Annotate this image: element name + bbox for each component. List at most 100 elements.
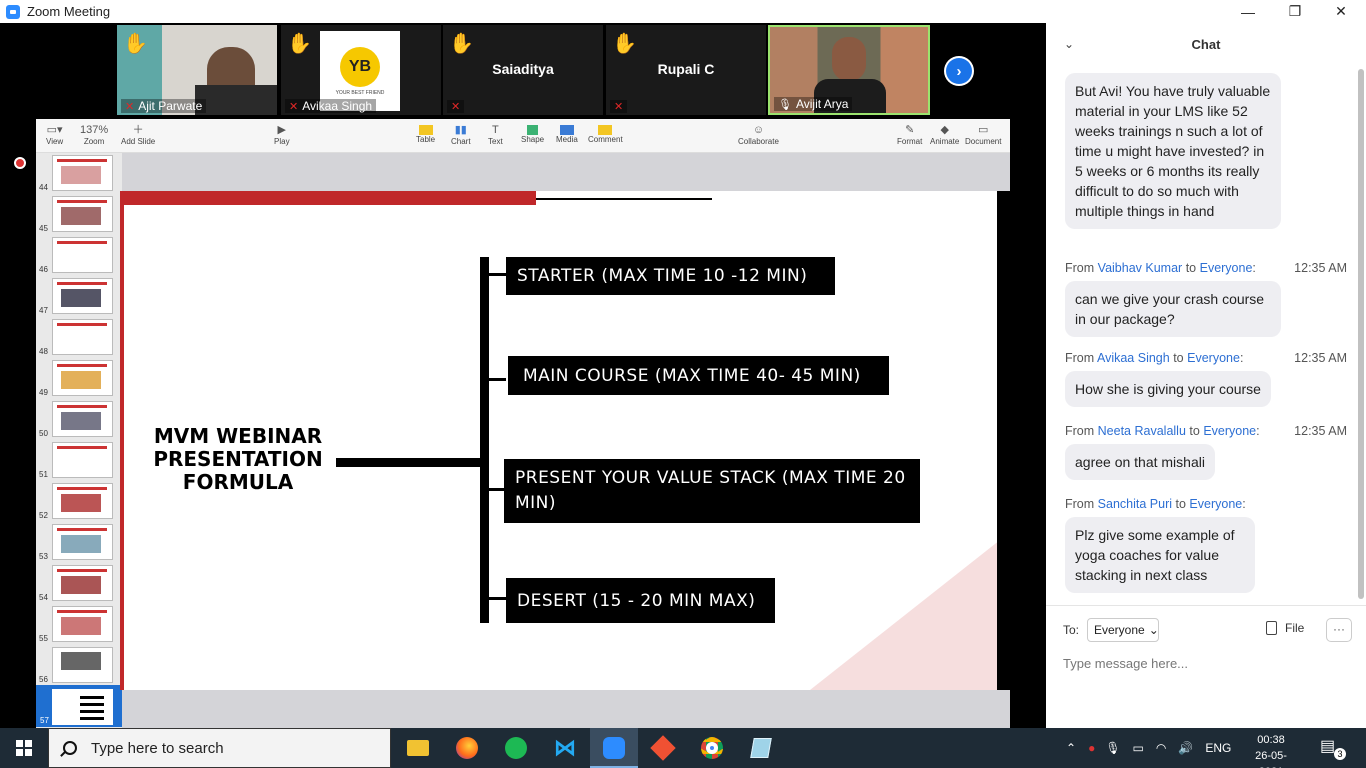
slide-thumbnail[interactable]: 50 [39, 401, 113, 438]
toolbar-document[interactable]: ▭ Document [965, 123, 1001, 146]
to-label: To: [1063, 623, 1080, 637]
chat-message: agree on that mishali [1065, 444, 1215, 480]
search-icon [63, 741, 77, 755]
slide-thumbnail-selected[interactable]: 57 [40, 689, 113, 725]
start-button[interactable] [0, 728, 48, 768]
logo-caption: YOUR BEST FRIEND [335, 89, 385, 96]
toolbar-play[interactable]: ▶ Play [274, 123, 290, 146]
slide-thumbnail[interactable]: 52 [39, 483, 113, 520]
zoom-value: 137% [80, 124, 109, 136]
participant-status: ✕ [610, 100, 628, 113]
slide-thumbnail[interactable]: 46 [39, 237, 113, 274]
chat-scrollbar[interactable] [1358, 69, 1364, 599]
participant-video-person [832, 37, 866, 81]
chevron-up-icon[interactable]: ⌃ [1066, 741, 1076, 755]
slide-thumbnail[interactable]: 47 [39, 278, 113, 315]
chevron-right-icon: › [946, 58, 972, 84]
toolbar-text[interactable]: T Text [488, 123, 503, 146]
git-icon[interactable] [639, 728, 687, 768]
raised-hand-icon: ✋ [449, 33, 474, 55]
chrome-icon[interactable] [688, 728, 736, 768]
slide-title: MVM WEBINAR PRESENTATION FORMULA [153, 424, 323, 494]
recipient-select[interactable]: Everyone ⌄ [1087, 618, 1159, 642]
mic-muted-icon: ✕ [451, 101, 461, 113]
shape-icon [527, 125, 539, 135]
wifi-icon[interactable]: ◠ [1156, 741, 1166, 755]
more-options-button[interactable]: ··· [1326, 618, 1352, 642]
language-indicator[interactable]: ENG [1205, 741, 1231, 755]
vscode-icon[interactable]: ⋈ [541, 728, 589, 768]
meeting-area: ✋ ✕ Ajit Parwate YB YOUR BEST FRIEND ✋ ✕ A… [0, 23, 1046, 728]
zoom-icon[interactable] [590, 728, 638, 768]
slide-thumbnail[interactable]: 49 [39, 360, 113, 397]
file-button[interactable]: File [1266, 621, 1304, 635]
notepad-icon[interactable] [737, 728, 785, 768]
participant-tile-rupali[interactable]: ✋ Rupali C ✕ [606, 25, 766, 115]
toolbar-zoom[interactable]: 137% Zoom [80, 123, 108, 146]
participant-tile-avikaa[interactable]: YB YOUR BEST FRIEND ✋ ✕ Avikaa Singh [281, 25, 441, 115]
slide-thumbnail[interactable]: 44 [39, 155, 113, 192]
collaborate-icon: ☺ [752, 124, 765, 136]
toolbar-chart[interactable]: ▮▮ Chart [451, 123, 471, 146]
slide-thumbnail[interactable]: 48 [39, 319, 113, 356]
toolbar-media[interactable]: Media [556, 123, 578, 144]
toolbar-format[interactable]: ✎ Format [897, 123, 922, 146]
next-participants-button[interactable]: › [944, 56, 974, 86]
logo-badge: YB [340, 46, 380, 87]
search-placeholder: Type here to search [91, 739, 224, 757]
notification-center-button[interactable]: ▤ 3 [1320, 736, 1346, 760]
raised-hand-icon: ✋ [612, 33, 637, 55]
close-button[interactable]: ✕ [1318, 0, 1364, 23]
toolbar-shape[interactable]: Shape [521, 123, 544, 144]
document-icon: ▭ [978, 124, 989, 136]
participant-tile-ajit[interactable]: ✋ ✕ Ajit Parwate [117, 25, 277, 115]
file-explorer-icon[interactable] [394, 728, 442, 768]
participant-video-shirt [195, 85, 277, 115]
slide-red-bar [124, 191, 536, 205]
slide: MVM WEBINAR PRESENTATION FORMULA STARTER… [124, 191, 1000, 690]
slide-pink-corner [810, 540, 1000, 690]
toolbar-table[interactable]: Table [416, 123, 435, 144]
microphone-icon[interactable]: 🎙 [1105, 741, 1120, 755]
slide-thumbnail[interactable]: 51 [39, 442, 113, 479]
toolbar-collaborate[interactable]: ☺ Collaborate [738, 123, 779, 146]
slide-thumbnail[interactable]: 54 [39, 565, 113, 602]
slide-thumbnail[interactable]: 53 [39, 524, 113, 561]
step-starter: STARTER (MAX TIME 10 -12 MIN) [506, 257, 835, 295]
battery-icon[interactable]: ▭ [1133, 741, 1144, 755]
comment-icon [598, 125, 613, 135]
toolbar-add-slide[interactable]: ＋ Add Slide [121, 123, 155, 146]
toolbar-comment[interactable]: Comment [588, 123, 623, 144]
slide-thumbnail[interactable]: 56 [39, 647, 113, 684]
mic-muted-icon: ✕ [614, 101, 624, 113]
chat-message: But Avi! You have truly valuable materia… [1065, 73, 1281, 229]
file-icon [1266, 621, 1277, 635]
toolbar-animate[interactable]: ◆ Animate [930, 123, 959, 146]
notification-icon: ▤ [1320, 738, 1336, 755]
taskbar-search[interactable]: Type here to search [48, 728, 391, 768]
participant-tile-saiaditya[interactable]: ✋ Saiaditya ✕ [443, 25, 603, 115]
chat-message: can we give your crash course in our pac… [1065, 281, 1281, 337]
view-icon: ▭▾ [46, 124, 63, 136]
format-icon: ✎ [905, 124, 915, 136]
chat-sender-line: From Neeta Ravalallu to Everyone: 12:35 … [1065, 424, 1347, 438]
volume-icon[interactable]: 🔊 [1178, 741, 1193, 755]
recording-icon [14, 157, 26, 169]
chart-icon: ▮▮ [454, 124, 467, 136]
network-warning-icon[interactable]: ● [1088, 741, 1095, 755]
clock[interactable]: 00:38 26-05-2021 [1244, 732, 1298, 768]
message-input[interactable] [1063, 652, 1353, 674]
firefox-icon[interactable] [443, 728, 491, 768]
slide-right-edge [997, 191, 1010, 690]
participant-name: Rupali C [657, 61, 715, 77]
slide-thumbnail[interactable]: 55 [39, 606, 113, 643]
spotify-icon[interactable] [492, 728, 540, 768]
chat-title: Chat [1191, 37, 1221, 52]
participant-tile-avijit[interactable]: 🎙 Avijit Arya [768, 25, 930, 115]
step-desert: DESERT (15 - 20 MIN MAX) [506, 578, 775, 623]
title-bar: Zoom Meeting — ❐ ✕ [0, 0, 1366, 23]
maximize-button[interactable]: ❐ [1272, 0, 1318, 23]
toolbar-view[interactable]: ▭▾ View [46, 123, 63, 146]
minimize-button[interactable]: — [1225, 0, 1271, 23]
slide-thumbnail[interactable]: 45 [39, 196, 113, 233]
